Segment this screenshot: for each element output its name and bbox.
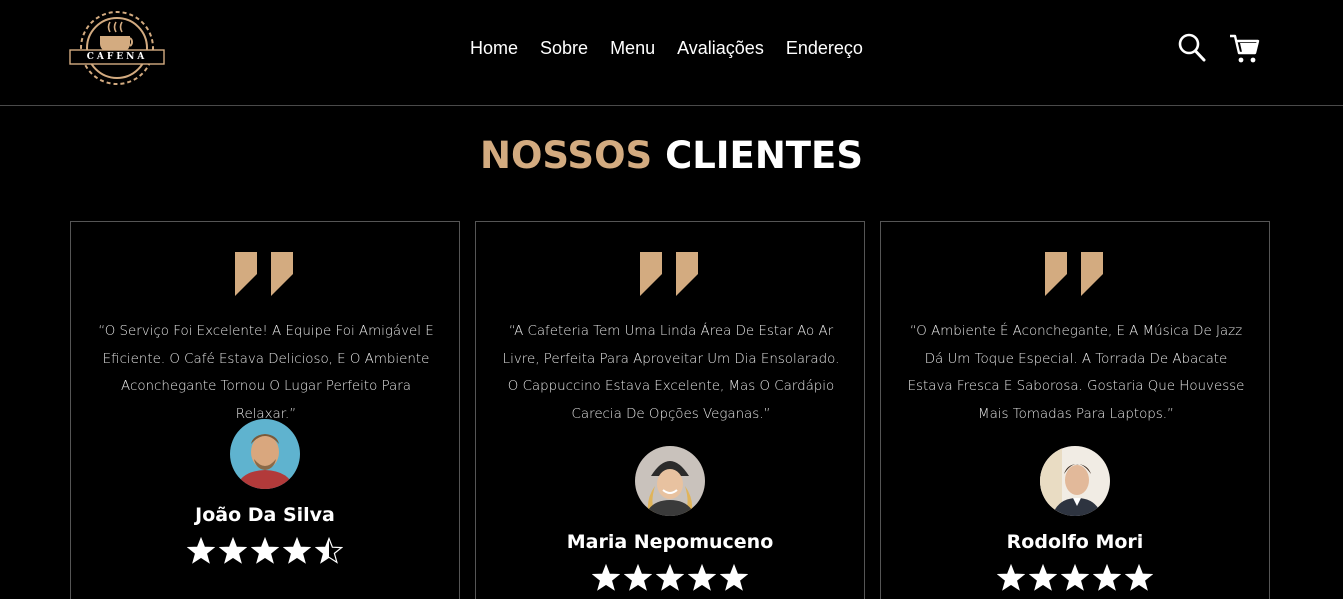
star-full-icon [656, 564, 684, 591]
title-accent: NOSSOS [480, 134, 653, 177]
star-rating [592, 564, 748, 592]
star-full-icon [688, 564, 716, 591]
star-full-icon [720, 564, 748, 591]
coffee-cup-icon [69, 11, 165, 85]
star-full-icon [1093, 564, 1121, 591]
avatar [635, 446, 705, 516]
star-rating [997, 564, 1153, 592]
star-full-icon [219, 537, 247, 564]
customer-name: João Da Silva [195, 504, 335, 526]
quote-icon [640, 252, 698, 296]
section-title: NOSSOS CLIENTES [0, 134, 1343, 177]
star-full-icon [624, 564, 652, 591]
quote-icon [235, 252, 293, 296]
star-full-icon [997, 564, 1025, 591]
review-text: “O Serviço Foi Excelente! A Equipe Foi A… [98, 324, 434, 422]
star-full-icon [251, 537, 279, 564]
star-full-icon [1029, 564, 1057, 591]
search-icon[interactable] [1178, 33, 1206, 68]
cafena-logo[interactable]: CAFENA [68, 8, 166, 88]
nav-endereco[interactable]: Endereço [786, 38, 863, 59]
nav-avaliacoes[interactable]: Avaliações [677, 38, 764, 59]
nav-menu[interactable]: Menu [610, 38, 655, 59]
nav-home[interactable]: Home [470, 38, 518, 59]
title-rest: CLIENTES [665, 134, 863, 177]
star-half-icon [315, 537, 343, 564]
star-full-icon [1061, 564, 1089, 591]
customer-name: Rodolfo Mori [1006, 531, 1144, 553]
customer-name: Maria Nepomuceno [566, 531, 774, 553]
review-text: “O Ambiente É Aconchegante, E A Música D… [907, 324, 1245, 422]
testimonial-card: “A Cafeteria Tem Uma Linda Área De Estar… [475, 221, 865, 599]
star-full-icon [283, 537, 311, 564]
star-full-icon [1125, 564, 1153, 591]
main-nav: Home Sobre Menu Avaliações Endereço [470, 38, 863, 59]
star-full-icon [187, 537, 215, 564]
logo-text: CAFENA [86, 52, 148, 62]
testimonial-card: “O Serviço Foi Excelente! A Equipe Foi A… [70, 221, 460, 599]
avatar [230, 419, 300, 489]
cart-icon[interactable] [1229, 33, 1261, 70]
star-full-icon [592, 564, 620, 591]
nav-sobre[interactable]: Sobre [540, 38, 588, 59]
star-rating [187, 537, 343, 565]
testimonial-card: “O Ambiente É Aconchegante, E A Música D… [880, 221, 1270, 599]
avatar [1040, 446, 1110, 516]
review-text: “A Cafeteria Tem Uma Linda Área De Estar… [502, 324, 840, 422]
site-header: CAFENA Home Sobre Menu Avaliações Endere… [0, 0, 1343, 106]
quote-icon [1045, 252, 1103, 296]
